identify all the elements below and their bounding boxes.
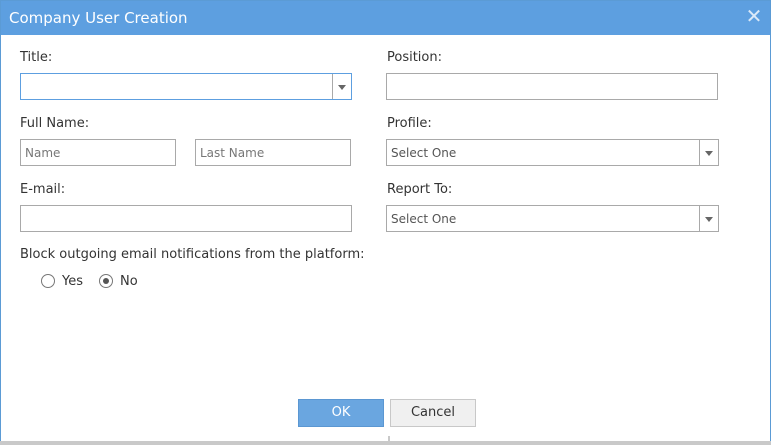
block-no-label[interactable]: No [120, 274, 138, 290]
block-yes-label[interactable]: Yes [62, 274, 83, 290]
dialog-titlebar: Company User Creation ✕ [1, 1, 770, 35]
email-label: E-mail: [20, 182, 66, 197]
block-no-radio[interactable] [99, 274, 113, 288]
profile-label: Profile: [387, 116, 432, 131]
report-to-label: Report To: [387, 182, 453, 197]
position-input[interactable] [386, 73, 718, 100]
chevron-down-icon[interactable] [699, 206, 718, 231]
title-select[interactable] [20, 73, 352, 100]
title-label: Title: [20, 50, 53, 65]
bottom-divider-notch [388, 436, 390, 445]
email-input[interactable] [20, 205, 352, 232]
ok-button[interactable]: OK [298, 399, 384, 427]
chevron-down-icon[interactable] [699, 140, 718, 165]
last-name-input[interactable] [195, 139, 351, 166]
block-yes-radio[interactable] [41, 274, 55, 288]
profile-select[interactable]: Select One [386, 139, 719, 166]
report-to-select[interactable]: Select One [386, 205, 719, 232]
position-label: Position: [387, 50, 442, 65]
first-name-input[interactable] [20, 139, 176, 166]
chevron-down-icon[interactable] [332, 74, 351, 99]
close-icon[interactable]: ✕ [744, 6, 764, 26]
bottom-divider [0, 441, 771, 445]
profile-select-value: Select One [391, 146, 457, 160]
company-user-creation-dialog: Company User Creation ✕ Title: Position:… [0, 0, 771, 445]
report-to-select-value: Select One [391, 212, 457, 226]
block-notifications-label: Block outgoing email notifications from … [20, 247, 365, 262]
full-name-label: Full Name: [20, 116, 90, 131]
cancel-button[interactable]: Cancel [390, 399, 476, 427]
dialog-title: Company User Creation [9, 9, 188, 27]
